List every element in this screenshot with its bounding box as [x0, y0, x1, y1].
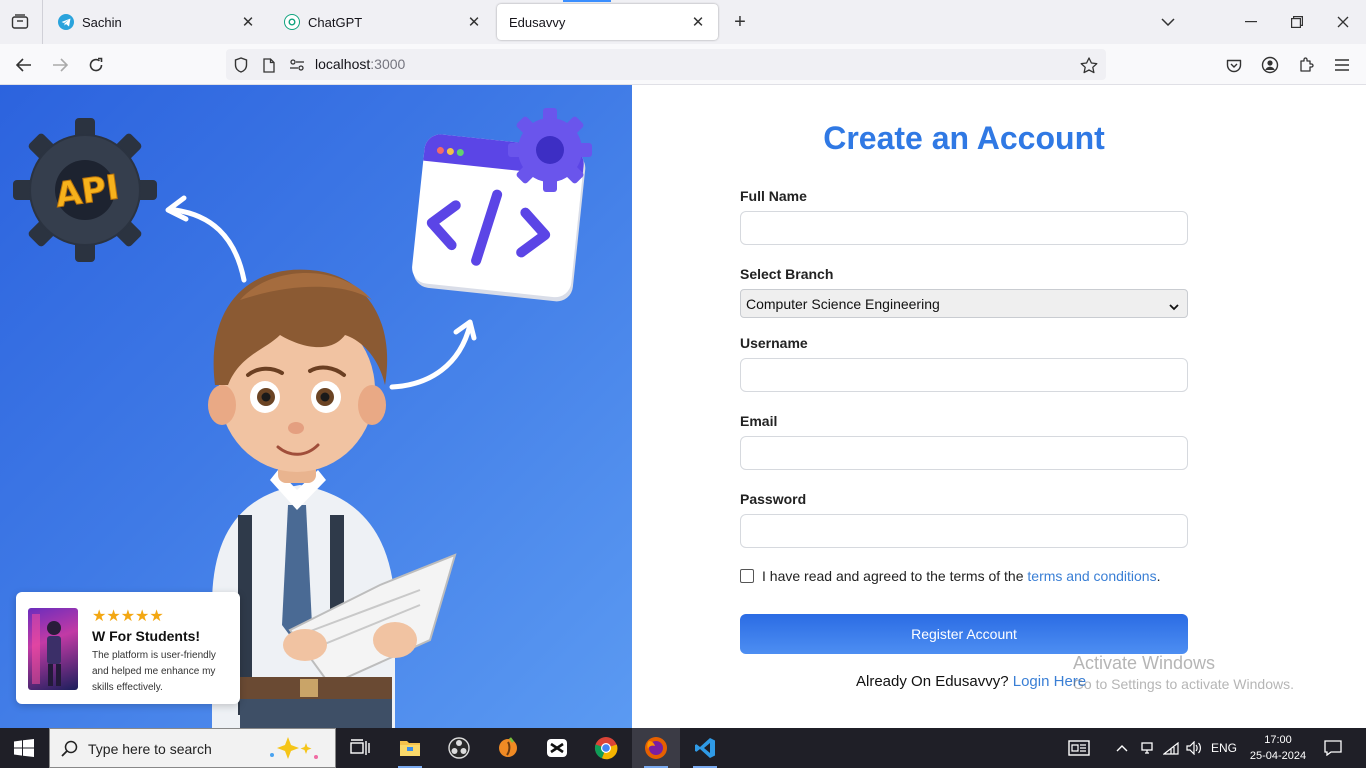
close-tab-icon[interactable]: ✕	[240, 14, 256, 31]
search-icon	[61, 740, 78, 762]
file-explorer-icon[interactable]	[386, 728, 434, 768]
login-prompt: Already On Edusavvy? Login Here	[856, 673, 1086, 690]
task-view-icon[interactable]	[336, 728, 384, 768]
back-icon[interactable]	[11, 52, 37, 78]
reload-icon[interactable]	[83, 52, 109, 78]
tab-list-icon[interactable]	[8, 10, 32, 34]
testimonial-text: The platform is user-friendly and helped…	[92, 650, 216, 693]
taskbar-search[interactable]: Type here to search	[49, 728, 336, 768]
testimonial-image	[28, 608, 78, 690]
tab-sachin[interactable]: Sachin ✕	[46, 4, 268, 40]
settings-gear-illustration	[508, 108, 592, 192]
email-input[interactable]	[740, 436, 1188, 470]
login-prompt-text: Already On Edusavvy?	[856, 673, 1013, 690]
branch-label: Select Branch	[740, 266, 834, 282]
taskbar: Type here to search ENG 17:00 25-04-2024	[0, 728, 1366, 768]
list-all-tabs-icon[interactable]	[1156, 10, 1180, 34]
search-placeholder: Type here to search	[88, 741, 212, 757]
api-gear-illustration: API	[13, 118, 157, 262]
notifications-icon[interactable]	[1322, 728, 1344, 768]
password-label: Password	[740, 491, 807, 507]
chatgpt-icon	[284, 14, 300, 30]
register-account-button[interactable]: Register Account	[740, 614, 1188, 654]
show-hidden-icons-icon[interactable]	[1112, 728, 1132, 768]
wifi-icon[interactable]	[1160, 728, 1182, 768]
clock-date: 25-04-2024	[1249, 750, 1307, 762]
pocket-icon[interactable]	[1221, 52, 1247, 78]
close-window-icon[interactable]	[1331, 10, 1355, 34]
new-tab-button[interactable]: +	[728, 10, 752, 34]
username-input[interactable]	[740, 358, 1188, 392]
capcut-icon[interactable]	[533, 728, 581, 768]
bookmark-star-icon[interactable]	[1080, 56, 1098, 74]
email-label: Email	[740, 413, 778, 429]
hero-illustration-panel: API ★★★★★ W For Students! The platform i…	[0, 85, 632, 728]
full-name-input[interactable]	[740, 211, 1188, 245]
shield-icon[interactable]	[232, 56, 250, 74]
url-bar[interactable]: localhost:3000	[226, 49, 1106, 80]
chrome-icon[interactable]	[582, 728, 630, 768]
tab-strip: Sachin ✕ ChatGPT ✕ Edusavvy ✕ +	[0, 0, 1366, 44]
tab-edusavvy[interactable]: Edusavvy ✕	[497, 4, 718, 40]
tab-title: ChatGPT	[308, 14, 363, 30]
page-title: Create an Account	[823, 120, 1105, 156]
clock-time: 17:00	[1264, 734, 1292, 746]
obs-icon[interactable]	[435, 728, 483, 768]
vscode-icon[interactable]	[681, 728, 729, 768]
permissions-icon[interactable]	[288, 56, 306, 74]
news-widget-icon[interactable]	[1064, 728, 1094, 768]
tab-title: Edusavvy	[509, 14, 566, 30]
testimonial-title: W For Students!	[92, 628, 201, 644]
password-input[interactable]	[740, 514, 1188, 548]
page-icon[interactable]	[260, 56, 278, 74]
rating-stars: ★★★★★	[92, 608, 164, 625]
volume-icon[interactable]	[1183, 728, 1205, 768]
testimonial-card: ★★★★★ W For Students! The platform is us…	[16, 592, 240, 704]
url-text[interactable]: localhost:3000	[315, 56, 405, 72]
terms-suffix: .	[1156, 568, 1161, 584]
terms-link[interactable]: terms and conditions	[1027, 568, 1156, 584]
search-highlight-icon	[264, 735, 324, 768]
url-port: :3000	[370, 56, 406, 72]
tab-chatgpt[interactable]: ChatGPT ✕	[272, 4, 494, 40]
fl-studio-icon[interactable]	[484, 728, 532, 768]
restore-icon[interactable]	[1285, 10, 1309, 34]
meet-now-icon[interactable]	[1136, 728, 1158, 768]
loading-indicator	[563, 0, 611, 2]
windows-start-icon[interactable]	[14, 739, 34, 762]
input-language[interactable]: ENG	[1208, 728, 1240, 768]
close-tab-icon[interactable]: ✕	[690, 14, 706, 31]
student-character-illustration	[208, 269, 457, 728]
telegram-icon	[58, 14, 74, 30]
terms-text: I have read and agreed to the terms of t…	[762, 568, 1160, 584]
minimize-icon[interactable]	[1239, 10, 1263, 34]
account-icon[interactable]	[1257, 52, 1283, 78]
extensions-icon[interactable]	[1293, 52, 1319, 78]
tab-separator	[42, 0, 43, 44]
url-host: localhost	[315, 56, 371, 72]
terms-checkbox[interactable]	[740, 569, 754, 583]
navigation-bar: localhost:3000	[0, 44, 1366, 85]
activate-windows-subtitle: Go to Settings to activate Windows.	[1073, 676, 1294, 692]
full-name-label: Full Name	[740, 188, 807, 204]
menu-icon[interactable]	[1329, 52, 1355, 78]
firefox-icon[interactable]	[632, 728, 680, 768]
taskbar-clock[interactable]: 17:00 25-04-2024	[1247, 732, 1309, 764]
tab-title: Sachin	[82, 14, 122, 30]
chevron-down-icon	[1169, 298, 1179, 314]
branch-select[interactable]: Computer Science Engineering	[740, 289, 1188, 318]
close-tab-icon[interactable]: ✕	[466, 14, 482, 31]
activate-windows-title: Activate Windows	[1073, 653, 1216, 673]
username-label: Username	[740, 335, 808, 351]
terms-prefix: I have read and agreed to the terms of t…	[762, 568, 1028, 584]
branch-selected-value: Computer Science Engineering	[746, 296, 940, 312]
forward-icon[interactable]	[47, 52, 73, 78]
